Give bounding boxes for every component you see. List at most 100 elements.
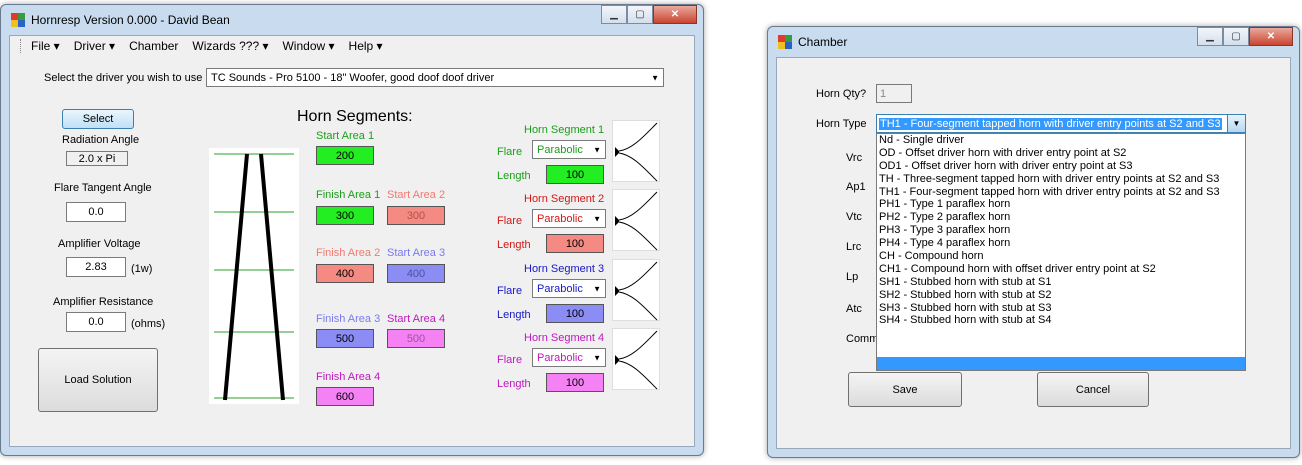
horn-type-option[interactable]: TH1 - Four-segment tapped horn with driv…	[877, 186, 1245, 199]
chevron-down-icon: ▼	[593, 145, 601, 154]
flare-label: Flare	[497, 215, 523, 227]
main-titlebar[interactable]: Hornresp Version 0.000 - David Bean ▁ ▢ …	[1, 5, 703, 35]
finish-area-4-input[interactable]: 600	[316, 387, 374, 406]
chamber-maximize-icon[interactable]: ▢	[1223, 27, 1249, 46]
menu-file[interactable]: File ▾	[31, 39, 60, 53]
horn-type-option[interactable]: SH3 - Stubbed horn with stub at S3	[877, 302, 1245, 315]
horn-segment-title: Horn Segment 1	[524, 124, 605, 136]
flare-select[interactable]: Parabolic ▼	[532, 279, 606, 298]
menu-driver[interactable]: Driver ▾	[74, 39, 115, 53]
horn-type-option[interactable]: SH4 - Stubbed horn with stub at S4	[877, 314, 1245, 327]
close-icon[interactable]: ✕	[653, 5, 697, 24]
length-input[interactable]: 100	[546, 234, 604, 253]
amp-voltage-input[interactable]: 2.83	[66, 257, 126, 277]
horn-type-option[interactable]: OD1 - Offset driver horn with driver ent…	[877, 160, 1245, 173]
menu-chamber[interactable]: Chamber	[129, 39, 178, 53]
horn-type-label: Horn Type	[816, 118, 867, 130]
start-area-4-label: Start Area 4	[387, 313, 446, 325]
length-input[interactable]: 100	[546, 373, 604, 392]
horn-segment-title: Horn Segment 4	[524, 332, 605, 344]
flare-select[interactable]: Parabolic ▼	[532, 209, 606, 228]
length-input[interactable]: 100	[546, 165, 604, 184]
driver-select[interactable]: TC Sounds - Pro 5100 - 18" Woofer, good …	[206, 68, 664, 87]
horn-type-option[interactable]: Nd - Single driver	[877, 134, 1245, 147]
chevron-down-icon: ▼	[593, 214, 601, 223]
start-area-1-label: Start Area 1	[316, 130, 375, 142]
maximize-icon[interactable]: ▢	[627, 5, 653, 24]
chamber-window-title: Chamber	[798, 35, 848, 49]
start-area-4-input[interactable]: 500	[387, 329, 445, 348]
flare-select-value: Parabolic	[537, 351, 583, 364]
flare-select[interactable]: Parabolic ▼	[532, 348, 606, 367]
save-button[interactable]: Save	[848, 372, 962, 407]
horn-type-option[interactable]: PH3 - Type 3 paraflex horn	[877, 224, 1245, 237]
menu-wizards[interactable]: Wizards ??? ▾	[192, 39, 268, 53]
horn-qty-input: 1	[876, 84, 912, 103]
select-button[interactable]: Select	[62, 109, 134, 129]
start-area-1-input[interactable]: 200	[316, 146, 374, 165]
load-solution-button[interactable]: Load Solution	[38, 348, 158, 412]
horn-type-option-highlight[interactable]	[877, 357, 1245, 370]
start-area-2-input[interactable]: 300	[387, 206, 445, 225]
horn-segment-thumbnail	[612, 328, 660, 390]
amp-resistance-unit: (ohms)	[131, 318, 166, 330]
amp-resistance-input[interactable]: 0.0	[66, 312, 126, 332]
flare-select-value: Parabolic	[537, 212, 583, 225]
app-icon	[11, 13, 25, 27]
chamber-app-icon	[778, 35, 792, 49]
side-label-lp: Lp	[846, 271, 859, 283]
length-input[interactable]: 100	[546, 304, 604, 323]
finish-area-3-input[interactable]: 500	[316, 329, 374, 348]
horn-type-option[interactable]: PH2 - Type 2 paraflex horn	[877, 211, 1245, 224]
start-area-3-input[interactable]: 400	[387, 264, 445, 283]
flare-label: Flare	[497, 285, 523, 297]
chamber-titlebar[interactable]: Chamber ▁ ▢ ✕	[768, 27, 1299, 57]
horn-type-option[interactable]: SH1 - Stubbed horn with stub at S1	[877, 276, 1245, 289]
menu-help[interactable]: Help ▾	[349, 39, 383, 53]
chevron-down-icon: ▼	[593, 353, 601, 362]
flare-select-value: Parabolic	[537, 282, 583, 295]
horn-type-option[interactable]: SH2 - Stubbed horn with stub at S2	[877, 289, 1245, 302]
chevron-down-icon: ▼	[1232, 119, 1241, 128]
flare-tangent-input[interactable]: 0.0	[66, 202, 126, 222]
amp-voltage-label: Amplifier Voltage	[58, 238, 141, 250]
flare-select[interactable]: Parabolic ▼	[532, 140, 606, 159]
horn-type-option[interactable]: PH4 - Type 4 paraflex horn	[877, 237, 1245, 250]
horn-segment-thumbnail	[612, 259, 660, 321]
finish-area-1-input[interactable]: 300	[316, 206, 374, 225]
finish-area-2-input[interactable]: 400	[316, 264, 374, 283]
finish-area-1-label: Finish Area 1	[316, 189, 381, 201]
main-window: Hornresp Version 0.000 - David Bean ▁ ▢ …	[0, 4, 704, 456]
horn-flare-icon	[615, 261, 658, 321]
chamber-minimize-icon[interactable]: ▁	[1197, 27, 1223, 46]
horn-type-option[interactable]: CH - Compound horn	[877, 250, 1245, 263]
minimize-icon[interactable]: ▁	[601, 5, 627, 24]
horn-type-option[interactable]: CH1 - Compound horn with offset driver e…	[877, 263, 1245, 276]
chamber-close-icon[interactable]: ✕	[1249, 27, 1293, 46]
menu-window[interactable]: Window ▾	[282, 39, 334, 53]
side-label-ap1: Ap1	[846, 181, 866, 193]
length-label: Length	[497, 378, 531, 390]
driver-select-value: TC Sounds - Pro 5100 - 18" Woofer, good …	[211, 71, 495, 84]
cancel-button[interactable]: Cancel	[1037, 372, 1149, 407]
side-label-vrc: Vrc	[846, 152, 863, 164]
horn-type-dropdown-button[interactable]: ▼	[1227, 115, 1245, 132]
horn-type-option[interactable]: PH1 - Type 1 paraflex horn	[877, 198, 1245, 211]
side-label-vtc: Vtc	[846, 211, 862, 223]
amp-voltage-unit: (1w)	[131, 263, 153, 275]
radiation-angle-value: 2.0 x Pi	[66, 151, 128, 166]
chevron-down-icon: ▼	[651, 73, 659, 82]
driver-prompt-label: Select the driver you wish to use	[44, 72, 203, 84]
start-area-3-label: Start Area 3	[387, 247, 446, 259]
horn-type-select[interactable]: TH1 - Four-segment tapped horn with driv…	[876, 114, 1246, 133]
horn-type-option[interactable]: TH - Three-segment tapped horn with driv…	[877, 173, 1245, 186]
side-label-comm: Comm	[846, 333, 879, 345]
flare-label: Flare	[497, 146, 523, 158]
finish-area-3-label: Finish Area 3	[316, 313, 381, 325]
finish-area-4-label: Finish Area 4	[316, 371, 381, 383]
horn-type-option[interactable]: OD - Offset driver horn with driver entr…	[877, 147, 1245, 160]
horn-qty-label: Horn Qty?	[816, 88, 867, 100]
horn-type-dropdown-list[interactable]: Nd - Single driver OD - Offset driver hor…	[876, 133, 1246, 371]
horn-segment-title: Horn Segment 3	[524, 263, 605, 275]
flare-select-value: Parabolic	[537, 143, 583, 156]
